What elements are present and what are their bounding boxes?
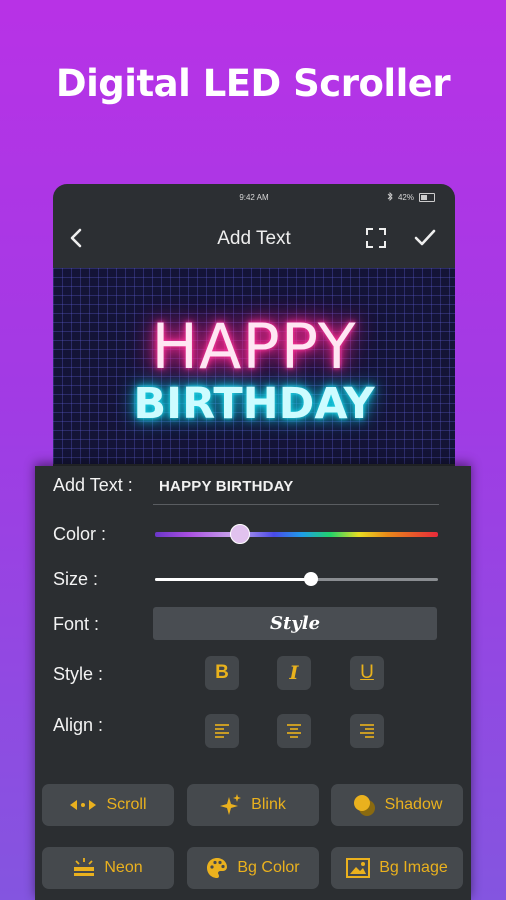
- sparkle-icon: [220, 794, 242, 815]
- size-slider-fill: [155, 578, 311, 581]
- size-slider[interactable]: [155, 572, 438, 586]
- blink-label: Blink: [251, 796, 286, 813]
- headline: Digital LED Scroller: [55, 62, 451, 105]
- bg-image-label: Bg Image: [379, 859, 448, 876]
- font-label: Font :: [53, 614, 100, 634]
- preview-line-1: HAPPY: [151, 310, 357, 383]
- color-label: Color :: [53, 524, 107, 544]
- font-style-button[interactable]: Style: [153, 607, 437, 640]
- align-center-button[interactable]: [277, 714, 311, 748]
- shadow-label: Shadow: [384, 796, 443, 813]
- bold-icon: B: [215, 662, 229, 683]
- align-right-button[interactable]: [350, 714, 384, 748]
- add-text-label: Add Text :: [53, 475, 133, 495]
- align-left-button[interactable]: [205, 714, 239, 748]
- image-icon: [346, 858, 371, 878]
- underline-button[interactable]: U: [350, 656, 384, 690]
- italic-icon: I: [289, 662, 299, 684]
- bg-color-button[interactable]: Bg Color: [187, 847, 319, 889]
- color-slider[interactable]: [155, 524, 438, 544]
- size-label: Size :: [53, 569, 99, 589]
- status-right: 42%: [387, 191, 435, 203]
- align-label: Align :: [53, 715, 104, 735]
- led-preview: HAPPY BIRTHDAY: [53, 268, 455, 464]
- palette-icon: [207, 858, 228, 878]
- scroll-label: Scroll: [106, 796, 147, 813]
- text-input-underline: [153, 504, 439, 505]
- bg-image-button[interactable]: Bg Image: [331, 847, 463, 889]
- add-text-input[interactable]: HAPPY BIRTHDAY: [159, 478, 294, 495]
- preview-line-2: BIRTHDAY: [133, 379, 375, 429]
- blink-button[interactable]: Blink: [187, 784, 319, 826]
- size-slider-thumb[interactable]: [303, 572, 318, 586]
- battery-percent: 42%: [397, 193, 414, 202]
- color-slider-thumb[interactable]: [229, 524, 250, 544]
- confirm-button[interactable]: [409, 222, 441, 254]
- italic-button[interactable]: I: [277, 656, 311, 690]
- bluetooth-icon: [387, 191, 393, 203]
- app-bar: Add Text: [53, 208, 455, 268]
- shadow-button[interactable]: Shadow: [331, 784, 463, 826]
- align-center-icon: [287, 724, 301, 738]
- bg-color-label: Bg Color: [237, 859, 300, 876]
- neon-label: Neon: [104, 859, 143, 876]
- screen-title: Add Text: [217, 228, 291, 249]
- edit-panel: Add Text : HAPPY BIRTHDAY Color : Size :…: [35, 466, 471, 900]
- fullscreen-icon: [366, 228, 386, 248]
- battery-icon: [419, 193, 435, 202]
- underline-icon: U: [360, 662, 374, 683]
- shadow-icon: [353, 795, 375, 816]
- style-label: Style :: [53, 664, 104, 684]
- fullscreen-button[interactable]: [360, 222, 392, 254]
- neon-icon: [74, 858, 95, 876]
- bold-button[interactable]: B: [205, 656, 239, 690]
- scroll-button[interactable]: Scroll: [42, 784, 174, 826]
- align-right-icon: [360, 724, 374, 738]
- neon-button[interactable]: Neon: [42, 847, 174, 889]
- check-icon: [414, 229, 436, 246]
- status-bar: 9:42 AM 42%: [53, 184, 455, 208]
- align-left-icon: [215, 724, 229, 738]
- scroll-icon: [70, 800, 97, 810]
